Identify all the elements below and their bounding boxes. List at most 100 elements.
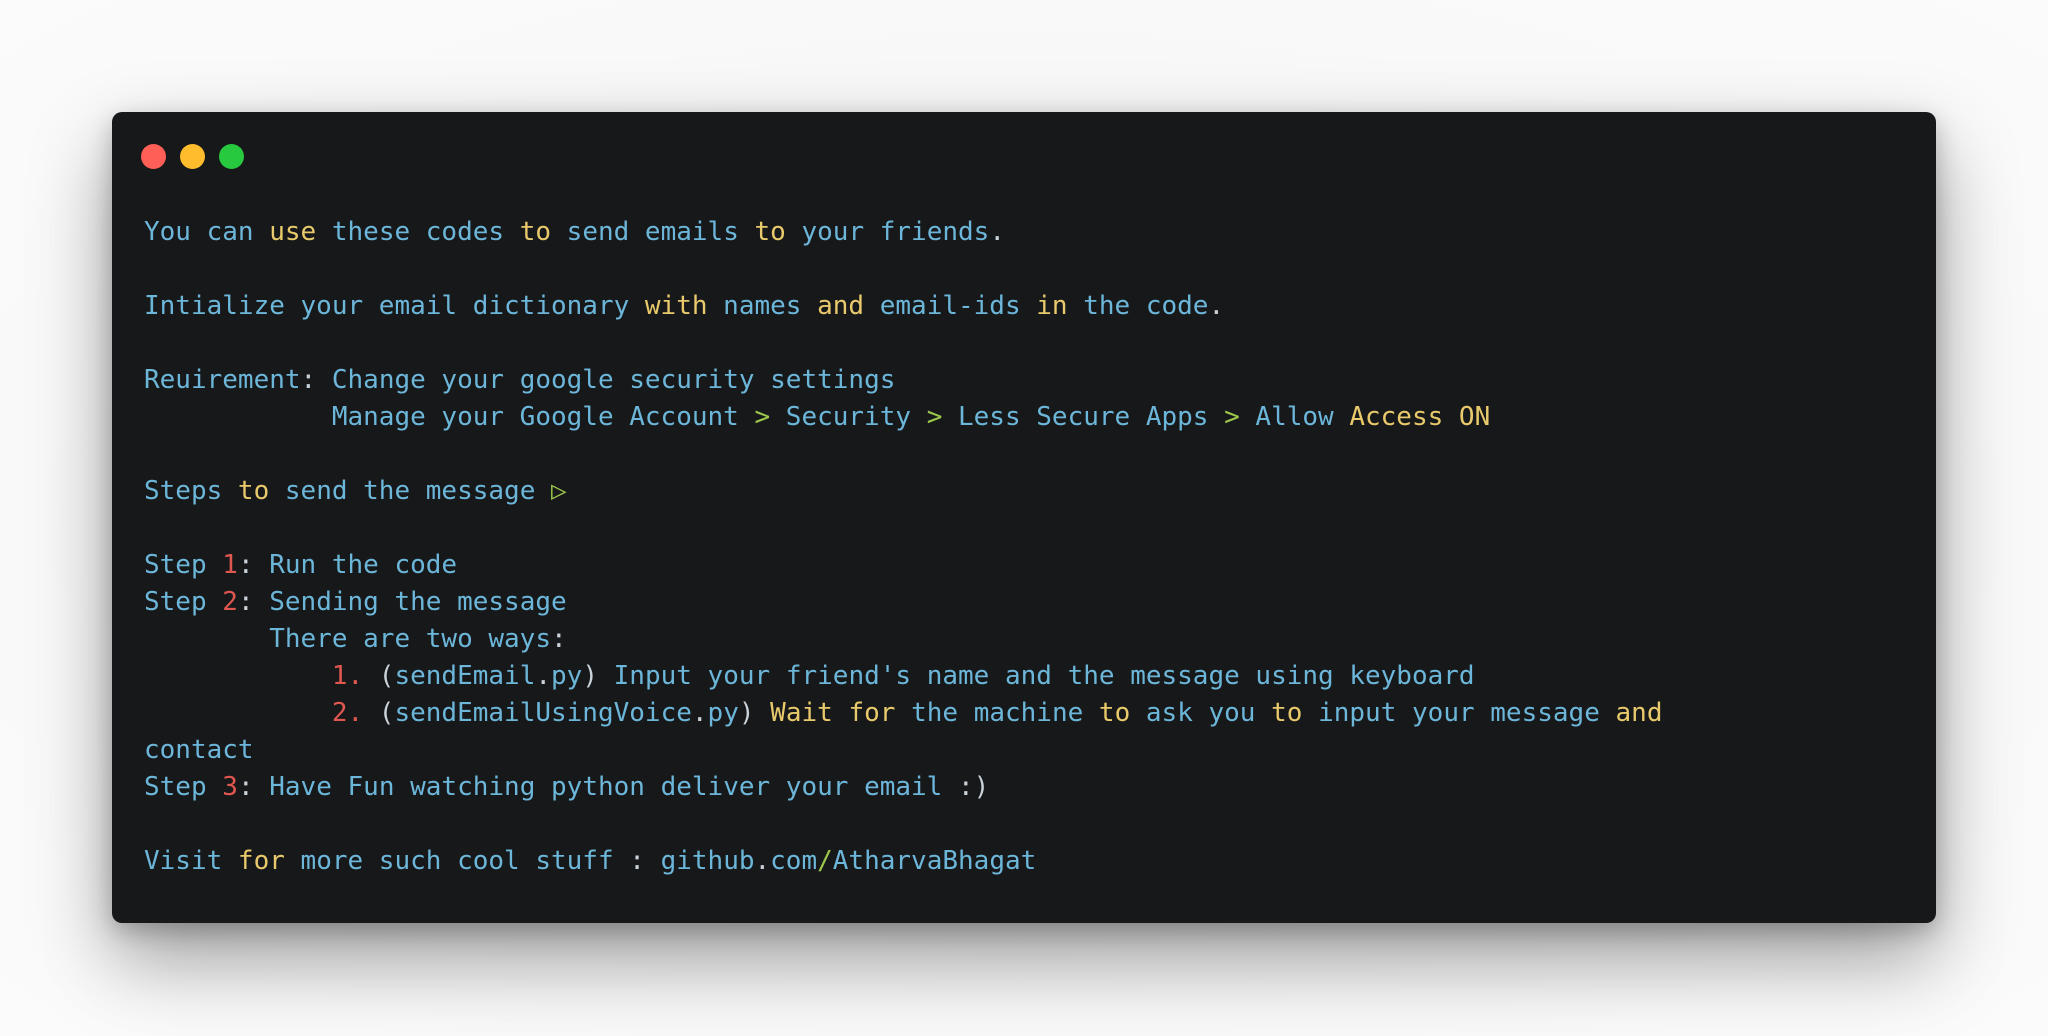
code-token: Input your friend's name and the message… — [597, 661, 1475, 691]
code-line: Intialize your email dictionary with nam… — [144, 288, 1662, 325]
code-token: to — [754, 217, 786, 247]
code-token: ( — [363, 698, 395, 728]
code-token: . — [754, 846, 771, 876]
code-token: Change your google security settings — [316, 365, 896, 395]
code-token: : — [237, 550, 254, 580]
code-line: contact — [144, 732, 1662, 769]
code-token: Less Secure Apps — [942, 402, 1225, 432]
code-line: 2. (sendEmailUsingVoice.py) Wait for the… — [144, 695, 1663, 732]
code-token: names — [707, 291, 818, 321]
code-token: : — [551, 624, 567, 654]
code-token: Access ON — [1349, 402, 1491, 432]
code-token: : — [300, 365, 317, 395]
code-token: Visit — [144, 846, 238, 876]
code-text-block: You can use these codes to send emails t… — [144, 214, 1662, 880]
code-token: > — [1224, 402, 1240, 432]
window-controls — [141, 144, 244, 170]
minimize-window-icon[interactable] — [180, 144, 205, 169]
code-token: : — [237, 772, 254, 802]
code-token: You can — [144, 217, 270, 247]
code-token: 3 — [222, 772, 238, 802]
code-token: the machine — [895, 698, 1099, 728]
code-token: Run the code — [253, 550, 458, 580]
close-window-icon[interactable] — [141, 144, 166, 169]
code-token: with — [644, 291, 708, 321]
code-token: . — [989, 217, 1005, 247]
code-token: email-ids — [864, 291, 1037, 321]
code-token: ) — [738, 698, 755, 728]
code-token: the code — [1067, 291, 1209, 321]
code-token: Wait — [770, 698, 833, 728]
code-token: to — [1271, 698, 1303, 728]
code-token: ▷ — [551, 476, 567, 506]
maximize-window-icon[interactable] — [219, 144, 244, 169]
code-window: You can use these codes to send emails t… — [112, 112, 1936, 923]
code-token: contact — [144, 735, 254, 765]
code-token: 2. — [331, 698, 364, 728]
code-line: Step 3: Have Fun watching python deliver… — [144, 769, 1662, 806]
code-token: / — [817, 846, 833, 876]
code-line: Reuirement: Change your google security … — [144, 362, 1662, 399]
code-token: use — [269, 217, 317, 247]
code-token: for — [848, 698, 896, 728]
code-token: com — [770, 846, 818, 876]
code-token: github — [644, 846, 755, 876]
code-line: Step 1: Run the code — [144, 547, 1662, 584]
code-token: Step — [144, 587, 223, 617]
code-token: and — [817, 291, 865, 321]
code-token: to — [1098, 698, 1131, 728]
code-token: . — [1208, 291, 1225, 321]
code-token: Intialize your email dictionary — [144, 291, 645, 321]
code-token: Steps — [144, 476, 238, 506]
code-token: input your message — [1302, 698, 1616, 728]
code-line: Step 2: Sending the message — [144, 584, 1662, 621]
code-token: 2 — [222, 587, 238, 617]
code-token: your friends — [785, 217, 990, 247]
code-token: Step — [144, 772, 223, 802]
code-token: Manage your Google Account — [144, 402, 755, 432]
code-token: There are two ways — [144, 624, 551, 654]
code-token: Have Fun watching python deliver your em… — [253, 772, 958, 802]
code-token: 1. — [331, 661, 364, 691]
code-token: ( — [363, 661, 395, 691]
code-line: There are two ways: — [144, 621, 1662, 658]
code-token: Allow — [1239, 402, 1350, 432]
code-token: send the message — [269, 476, 551, 506]
code-token: ) — [582, 661, 598, 691]
code-token: : — [629, 846, 645, 876]
code-token: Step — [144, 550, 223, 580]
code-token: and — [1615, 698, 1663, 728]
code-token: these codes — [316, 217, 520, 247]
code-token: :) — [958, 772, 990, 802]
code-token: to — [519, 217, 552, 247]
code-token: Sending the message — [253, 587, 567, 617]
code-token: send emails — [551, 217, 755, 247]
code-token: > — [926, 402, 943, 432]
code-token: > — [754, 402, 771, 432]
code-token: sendEmailUsingVoice — [394, 698, 692, 728]
code-token: Reuirement — [144, 365, 301, 395]
code-token: 1 — [222, 550, 238, 580]
code-token: AtharvaBhagat — [832, 846, 1037, 876]
code-token: py — [707, 698, 739, 728]
code-token: Security — [770, 402, 927, 432]
code-token: . — [535, 661, 552, 691]
code-line: 1. (sendEmail.py) Input your friend's na… — [144, 658, 1662, 695]
code-line: Manage your Google Account > Security > … — [144, 399, 1662, 436]
code-token: more such cool stuff — [284, 846, 630, 876]
code-line: Steps to send the message ▷ — [144, 473, 1662, 510]
code-token: : — [237, 587, 254, 617]
code-line: You can use these codes to send emails t… — [144, 214, 1662, 251]
code-token: to — [237, 476, 270, 506]
code-token: . — [691, 698, 708, 728]
code-line: Visit for more such cool stuff : github.… — [144, 843, 1662, 880]
code-token: for — [237, 846, 285, 876]
